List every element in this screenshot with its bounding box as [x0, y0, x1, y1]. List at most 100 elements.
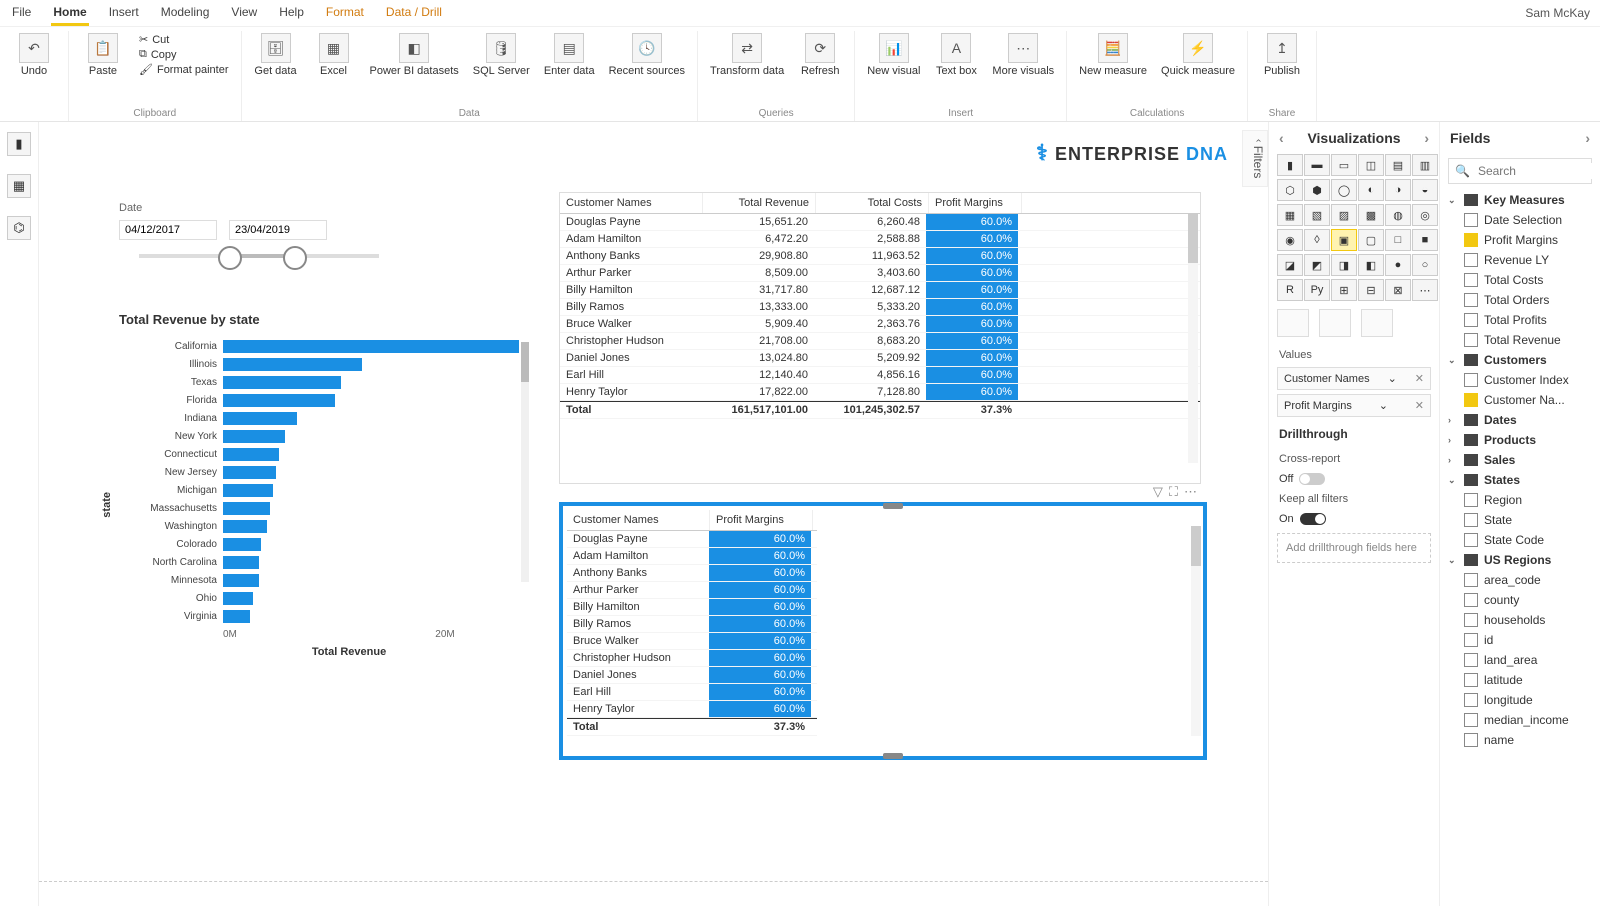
checkbox[interactable] [1464, 693, 1478, 707]
menu-format[interactable]: Format [324, 1, 366, 26]
viz-type-icon[interactable]: ◎ [1412, 204, 1438, 226]
field-item[interactable]: county [1444, 590, 1596, 610]
bar-chart-visual[interactable]: Total Revenue by state state CaliforniaI… [119, 312, 519, 658]
viz-type-icon[interactable]: ◫ [1358, 154, 1384, 176]
viz-type-icon[interactable]: ◐ [1358, 179, 1384, 201]
field-item[interactable]: Profit Margins [1444, 230, 1596, 250]
quick-measure-button[interactable]: ⚡Quick measure [1157, 31, 1239, 79]
checkbox[interactable] [1464, 213, 1478, 227]
data-view-button[interactable]: ▦ [7, 174, 31, 198]
recent-sources-button[interactable]: 🕓Recent sources [605, 31, 689, 79]
more-visuals-button[interactable]: ⋯More visuals [988, 31, 1058, 79]
field-item[interactable]: Customer Na... [1444, 390, 1596, 410]
viz-type-icon[interactable]: ⬡ [1277, 179, 1303, 201]
checkbox[interactable] [1464, 653, 1478, 667]
fields-tab-icon[interactable] [1277, 309, 1309, 337]
table-row[interactable]: Christopher Hudson21,708.008,683.2060.0% [560, 333, 1200, 350]
model-view-button[interactable]: ⌬ [7, 216, 31, 240]
menu-insert[interactable]: Insert [107, 1, 141, 26]
table2-scrollbar[interactable] [1191, 526, 1201, 736]
checkbox[interactable] [1464, 513, 1478, 527]
field-item[interactable]: households [1444, 610, 1596, 630]
table-row[interactable]: Billy Hamilton60.0% [567, 599, 817, 616]
field-table[interactable]: ›Products [1444, 430, 1596, 450]
table-row[interactable]: Anthony Banks60.0% [567, 565, 817, 582]
resize-handle-top[interactable] [883, 503, 903, 509]
table-row[interactable]: Bruce Walker60.0% [567, 633, 817, 650]
viz-type-icon[interactable]: ▤ [1385, 154, 1411, 176]
field-item[interactable]: Total Costs [1444, 270, 1596, 290]
menu-home[interactable]: Home [51, 1, 88, 26]
remove-field-icon[interactable]: ✕ [1415, 399, 1424, 412]
checkbox[interactable] [1464, 733, 1478, 747]
table-row[interactable]: Earl Hill60.0% [567, 684, 817, 701]
viz-type-icon[interactable]: ◑ [1385, 179, 1411, 201]
viz-type-icon[interactable]: ▣ [1331, 229, 1357, 251]
field-well-profit[interactable]: Profit Margins⌄✕ [1277, 394, 1431, 417]
filter-icon[interactable]: ▽ [1153, 484, 1163, 500]
transform-data-button[interactable]: ⇄Transform data [706, 31, 788, 79]
refresh-button[interactable]: ⟳Refresh [794, 31, 846, 79]
field-item[interactable]: longitude [1444, 690, 1596, 710]
checkbox[interactable] [1464, 293, 1478, 307]
field-well-customer[interactable]: Customer Names⌄✕ [1277, 367, 1431, 390]
field-table[interactable]: ⌄Key Measures [1444, 190, 1596, 210]
resize-handle-bottom[interactable] [883, 753, 903, 759]
table-row[interactable]: Christopher Hudson60.0% [567, 650, 817, 667]
field-item[interactable]: Total Revenue [1444, 330, 1596, 350]
panel-expand-icon[interactable]: › [1585, 130, 1590, 146]
chart-scrollbar[interactable] [521, 342, 529, 582]
get-data-button[interactable]: 🗄Get data [250, 31, 302, 79]
viz-type-icon[interactable]: ▬ [1304, 154, 1330, 176]
viz-type-icon[interactable]: ● [1385, 254, 1411, 276]
field-table[interactable]: ⌄US Regions [1444, 550, 1596, 570]
slider-thumb-end[interactable] [283, 246, 307, 270]
checkbox[interactable] [1464, 333, 1478, 347]
viz-type-icon[interactable]: ◯ [1331, 179, 1357, 201]
table2-header[interactable]: Customer Names Profit Margins [567, 510, 817, 531]
menu-data-drill[interactable]: Data / Drill [384, 1, 444, 26]
viz-type-icon[interactable]: ▩ [1358, 204, 1384, 226]
fields-search[interactable]: 🔍 [1448, 158, 1592, 184]
table-row[interactable]: Douglas Payne15,651.206,260.4860.0% [560, 214, 1200, 231]
viz-type-icon[interactable]: ▢ [1358, 229, 1384, 251]
table-row[interactable]: Daniel Jones60.0% [567, 667, 817, 684]
field-item[interactable]: latitude [1444, 670, 1596, 690]
bar-row[interactable]: Minnesota [119, 571, 519, 589]
checkbox[interactable] [1464, 273, 1478, 287]
drillthrough-drop[interactable]: Add drillthrough fields here [1277, 533, 1431, 563]
cross-report-toggle[interactable]: Off [1269, 469, 1439, 489]
menu-view[interactable]: View [229, 1, 259, 26]
new-visual-button[interactable]: 📊New visual [863, 31, 924, 79]
table-row[interactable]: Daniel Jones13,024.805,209.9260.0% [560, 350, 1200, 367]
viz-type-icon[interactable]: □ [1385, 229, 1411, 251]
enter-data-button[interactable]: ▤Enter data [540, 31, 599, 79]
bar-row[interactable]: North Carolina [119, 553, 519, 571]
viz-type-icon[interactable]: ■ [1412, 229, 1438, 251]
field-item[interactable]: State [1444, 510, 1596, 530]
table-row[interactable]: Anthony Banks29,908.8011,963.5260.0% [560, 248, 1200, 265]
field-table[interactable]: ›Sales [1444, 450, 1596, 470]
date-from-input[interactable] [119, 220, 217, 240]
report-view-button[interactable]: ▮ [7, 132, 31, 156]
panel-collapse-icon[interactable]: ‹ [1279, 130, 1284, 146]
pbi-datasets-button[interactable]: ◧Power BI datasets [366, 31, 463, 79]
viz-type-icon[interactable]: ▦ [1277, 204, 1303, 226]
checkbox[interactable] [1464, 613, 1478, 627]
checkbox[interactable] [1464, 573, 1478, 587]
filters-collapse[interactable]: ‹ Filters [1242, 130, 1268, 187]
table-row[interactable]: Billy Hamilton31,717.8012,687.1260.0% [560, 282, 1200, 299]
field-item[interactable]: Total Profits [1444, 310, 1596, 330]
field-item[interactable]: area_code [1444, 570, 1596, 590]
table-row[interactable]: Adam Hamilton6,472.202,588.8860.0% [560, 231, 1200, 248]
viz-type-icon[interactable]: ◨ [1331, 254, 1357, 276]
field-item[interactable]: Total Orders [1444, 290, 1596, 310]
table-row[interactable]: Bruce Walker5,909.402,363.7660.0% [560, 316, 1200, 333]
menu-help[interactable]: Help [277, 1, 306, 26]
new-measure-button[interactable]: 🧮New measure [1075, 31, 1151, 79]
viz-type-icon[interactable]: ⊞ [1331, 279, 1357, 301]
field-item[interactable]: land_area [1444, 650, 1596, 670]
user-label[interactable]: Sam McKay [1525, 6, 1590, 20]
viz-type-icon[interactable]: R [1277, 279, 1303, 301]
viz-type-icon[interactable]: ⊟ [1358, 279, 1384, 301]
